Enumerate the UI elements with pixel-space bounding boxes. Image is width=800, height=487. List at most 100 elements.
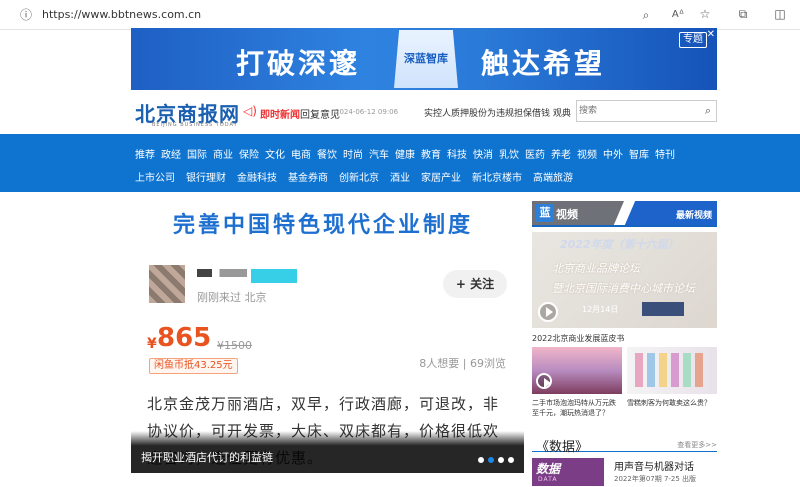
- read-aloud-icon[interactable]: Aᐞ: [670, 8, 686, 24]
- video-overlay-line: 北京商业品牌论坛: [552, 262, 640, 275]
- view-more-link[interactable]: 查看更多>>: [677, 440, 717, 450]
- magazine-issue: 2022年第07期 7-25 出版: [614, 475, 697, 483]
- nav-item[interactable]: 推荐: [135, 146, 155, 161]
- search-box[interactable]: ⌕: [576, 100, 717, 122]
- video-thumbnail[interactable]: [627, 347, 717, 394]
- nav-item[interactable]: 商业: [213, 146, 233, 161]
- video-thumbnail[interactable]: [532, 347, 622, 394]
- feedback-link[interactable]: 回复意见: [300, 106, 340, 121]
- nav-item[interactable]: 医药: [525, 146, 545, 161]
- nav-item[interactable]: 家居产业: [421, 169, 461, 184]
- banner-tag[interactable]: 专题: [679, 32, 707, 48]
- video-overlay-date: 12月14日: [582, 305, 619, 314]
- section-title: 《数据》: [536, 440, 589, 455]
- banner-left-text: 打破深邃: [236, 47, 361, 80]
- price: 865: [157, 323, 212, 353]
- nav-item[interactable]: 文化: [265, 146, 285, 161]
- nav-item[interactable]: 智库: [629, 146, 649, 161]
- search-input[interactable]: [579, 103, 691, 119]
- close-icon[interactable]: ✕: [707, 29, 715, 40]
- nav-item[interactable]: 时尚: [343, 146, 363, 161]
- video-overlay-title: 2022年度（第十六届）: [560, 238, 679, 251]
- nav-item[interactable]: 视频: [577, 146, 597, 161]
- nav-item[interactable]: 电商: [291, 146, 311, 161]
- info-icon[interactable]: ⓘ: [18, 8, 34, 24]
- nav-item[interactable]: 保险: [239, 146, 259, 161]
- carousel-dot[interactable]: [478, 457, 484, 463]
- play-icon[interactable]: [538, 302, 558, 322]
- nav-row-secondary: 上市公司 银行理财 金融科技 基金券商 创新北京 酒业 家居产业 新北京楼市 高…: [135, 169, 584, 184]
- play-icon[interactable]: [536, 373, 552, 389]
- last-visit: 刚刚来过 北京: [197, 291, 267, 304]
- username-redacted: [197, 269, 247, 277]
- browser-toolbar: ⓘ https://www.bbtnews.com.cn ⌕ Aᐞ ☆ ⧉ ◫: [0, 0, 800, 30]
- hero-carousel[interactable]: 完善中国特色现代企业制度 刚刚来过 北京 + 关注 ¥ 865 ¥1500 闲鱼…: [131, 193, 524, 473]
- banner-logo: 深蓝智库: [394, 30, 458, 88]
- product-image: [647, 353, 655, 387]
- extensions-icon[interactable]: ⧉: [735, 7, 751, 23]
- video-overlay-block: [642, 302, 684, 316]
- latest-videos-link[interactable]: 最新视频: [676, 208, 712, 221]
- product-image: [671, 353, 679, 387]
- cover-title: 数据: [536, 462, 561, 476]
- video-overlay-line: 暨北京国际消费中心城市论坛: [552, 282, 695, 295]
- favorite-star-icon[interactable]: ☆: [697, 7, 713, 23]
- nav-item[interactable]: 创新北京: [339, 169, 379, 184]
- carousel-dot[interactable]: [498, 457, 504, 463]
- banner-right-text: 触达希望: [481, 47, 606, 80]
- nav-item[interactable]: 健康: [395, 146, 415, 161]
- nav-item[interactable]: 特刊: [655, 146, 675, 161]
- nav-item[interactable]: 养老: [551, 146, 571, 161]
- currency-symbol: ¥: [147, 336, 157, 352]
- nav-item[interactable]: 汽车: [369, 146, 389, 161]
- nav-item[interactable]: 科技: [447, 146, 467, 161]
- address-bar[interactable]: https://www.bbtnews.com.cn: [42, 8, 201, 21]
- breaking-news-label: 即时新闻: [260, 110, 300, 121]
- listing-stats: 8人想要 | 69浏览: [419, 357, 506, 370]
- nav-item[interactable]: 快消: [473, 146, 493, 161]
- carousel-dot-active[interactable]: [488, 457, 494, 463]
- coin-discount-badge: 闲鱼币抵43.25元: [149, 358, 238, 374]
- follow-button[interactable]: + 关注: [443, 270, 507, 298]
- nav-item[interactable]: 教育: [421, 146, 441, 161]
- video-section-header: 蓝 视频 最新视频: [532, 201, 717, 227]
- carousel-dot[interactable]: [508, 457, 514, 463]
- zoom-icon[interactable]: ⌕: [638, 8, 654, 24]
- carousel-dots: [478, 457, 514, 463]
- top-banner-ad[interactable]: 打破深邃 深蓝智库 触达希望 专题 ✕: [131, 28, 717, 90]
- feedback-time: 2024-06-12 09:06: [335, 108, 399, 116]
- video-thumbnail-main[interactable]: 2022年度（第十六届） 北京商业品牌论坛 暨北京国际消费中心城市论坛 12月1…: [532, 232, 717, 328]
- nav-item[interactable]: 金融科技: [237, 169, 277, 184]
- magazine-cover[interactable]: 数据 DATA: [532, 458, 604, 486]
- avatar: [149, 265, 185, 303]
- nav-item[interactable]: 中外: [603, 146, 623, 161]
- video-caption[interactable]: 二手市场泡泡玛特从万元跌至千元，潮玩热消退了？: [532, 398, 622, 418]
- video-caption[interactable]: 2022北京商业发展蓝皮书: [532, 333, 624, 344]
- video-caption[interactable]: 雪糕刺客为何敢卖这么贵？: [627, 398, 711, 408]
- nav-item[interactable]: 国际: [187, 146, 207, 161]
- nav-item[interactable]: 政经: [161, 146, 181, 161]
- news-ticker[interactable]: 实控人质押股份为违规担保借钱 观典防务: [424, 106, 571, 119]
- original-price: ¥1500: [217, 339, 252, 352]
- speaker-icon: ◁): [243, 104, 257, 118]
- site-logo-subtitle: BEIJING BUSINESS TODAY: [152, 122, 238, 128]
- magazine-title[interactable]: 用声音与机器对话: [614, 458, 694, 473]
- nav-item[interactable]: 酒业: [390, 169, 410, 184]
- nav-item[interactable]: 餐饮: [317, 146, 337, 161]
- nav-item[interactable]: 基金券商: [288, 169, 328, 184]
- product-image: [659, 353, 667, 387]
- nav-item[interactable]: 上市公司: [135, 169, 175, 184]
- hero-headline: 完善中国特色现代企业制度: [173, 213, 474, 238]
- search-icon[interactable]: ⌕: [705, 104, 711, 118]
- cover-subtitle: DATA: [538, 476, 558, 483]
- nav-row-primary: 推荐 政经 国际 商业 保险 文化 电商 餐饮 时尚 汽车 健康 教育 科技 快…: [135, 146, 681, 161]
- split-screen-icon[interactable]: ◫: [772, 7, 788, 23]
- nav-item[interactable]: 乳饮: [499, 146, 519, 161]
- main-navigation: 推荐 政经 国际 商业 保险 文化 电商 餐饮 时尚 汽车 健康 教育 科技 快…: [0, 134, 800, 192]
- carousel-caption[interactable]: 揭开职业酒店代订的利益链: [141, 449, 273, 465]
- nav-item[interactable]: 银行理财: [186, 169, 226, 184]
- product-image: [635, 353, 643, 387]
- product-image: [695, 353, 703, 387]
- nav-item[interactable]: 新北京楼市: [472, 169, 522, 184]
- nav-item[interactable]: 高端旅游: [533, 169, 573, 184]
